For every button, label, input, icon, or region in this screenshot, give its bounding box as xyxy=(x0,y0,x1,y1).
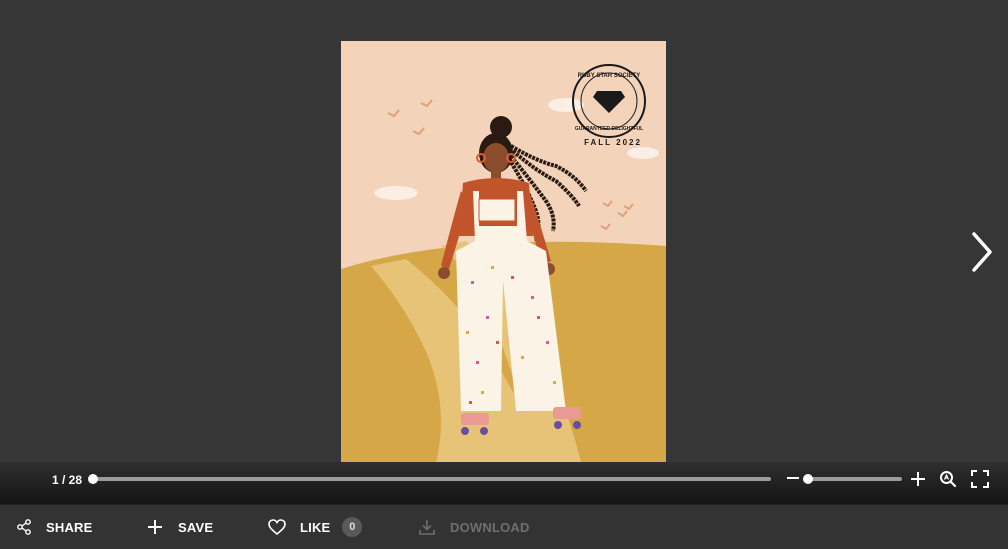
cover-illustration: RUBY STAR SOCIETY GUARANTEED DELIGHTFUL … xyxy=(341,41,666,462)
save-button[interactable]: SAVE xyxy=(146,505,213,549)
fullscreen-icon xyxy=(971,470,989,488)
badge-top-text: RUBY STAR SOCIETY xyxy=(578,73,640,79)
page-image: RUBY STAR SOCIETY GUARANTEED DELIGHTFUL … xyxy=(341,41,666,462)
next-page-button[interactable] xyxy=(962,228,1002,276)
save-label: SAVE xyxy=(178,519,214,535)
badge-bottom-text: GUARANTEED DELIGHTFUL xyxy=(575,126,643,132)
page-progress-thumb[interactable] xyxy=(88,474,98,484)
like-count-badge: 0 xyxy=(342,517,363,537)
zoom-out-button[interactable] xyxy=(785,470,801,486)
chevron-right-icon xyxy=(972,232,992,272)
download-icon xyxy=(419,520,435,535)
zoom-search-button[interactable] xyxy=(939,470,957,488)
minus-icon xyxy=(787,477,799,479)
season-label: FALL 2022 xyxy=(584,138,642,147)
download-label: DOWNLOAD xyxy=(450,519,530,535)
zoom-in-button[interactable] xyxy=(909,470,927,488)
fullscreen-button[interactable] xyxy=(971,470,989,488)
plus-icon xyxy=(911,472,925,486)
share-label: SHARE xyxy=(46,519,93,535)
like-button[interactable]: LIKE 0 xyxy=(268,505,363,549)
heart-icon xyxy=(268,519,286,535)
share-button[interactable]: SHARE xyxy=(16,505,93,549)
page-progress-slider[interactable] xyxy=(88,474,771,484)
page-counter: 1 / 28 xyxy=(52,473,83,487)
action-bar: SHARE SAVE LIKE 0 DOWNLOAD xyxy=(0,504,1008,549)
zoom-thumb[interactable] xyxy=(802,474,813,484)
document-viewer: RUBY STAR SOCIETY GUARANTEED DELIGHTFUL … xyxy=(0,0,1008,504)
zoom-slider[interactable] xyxy=(802,474,902,484)
plus-icon xyxy=(148,520,162,534)
viewer-controls: 1 / 28 xyxy=(0,462,1008,504)
like-label: LIKE xyxy=(300,519,331,535)
share-icon xyxy=(17,519,31,535)
download-button[interactable]: DOWNLOAD xyxy=(418,505,530,549)
magnifier-icon xyxy=(940,471,957,488)
